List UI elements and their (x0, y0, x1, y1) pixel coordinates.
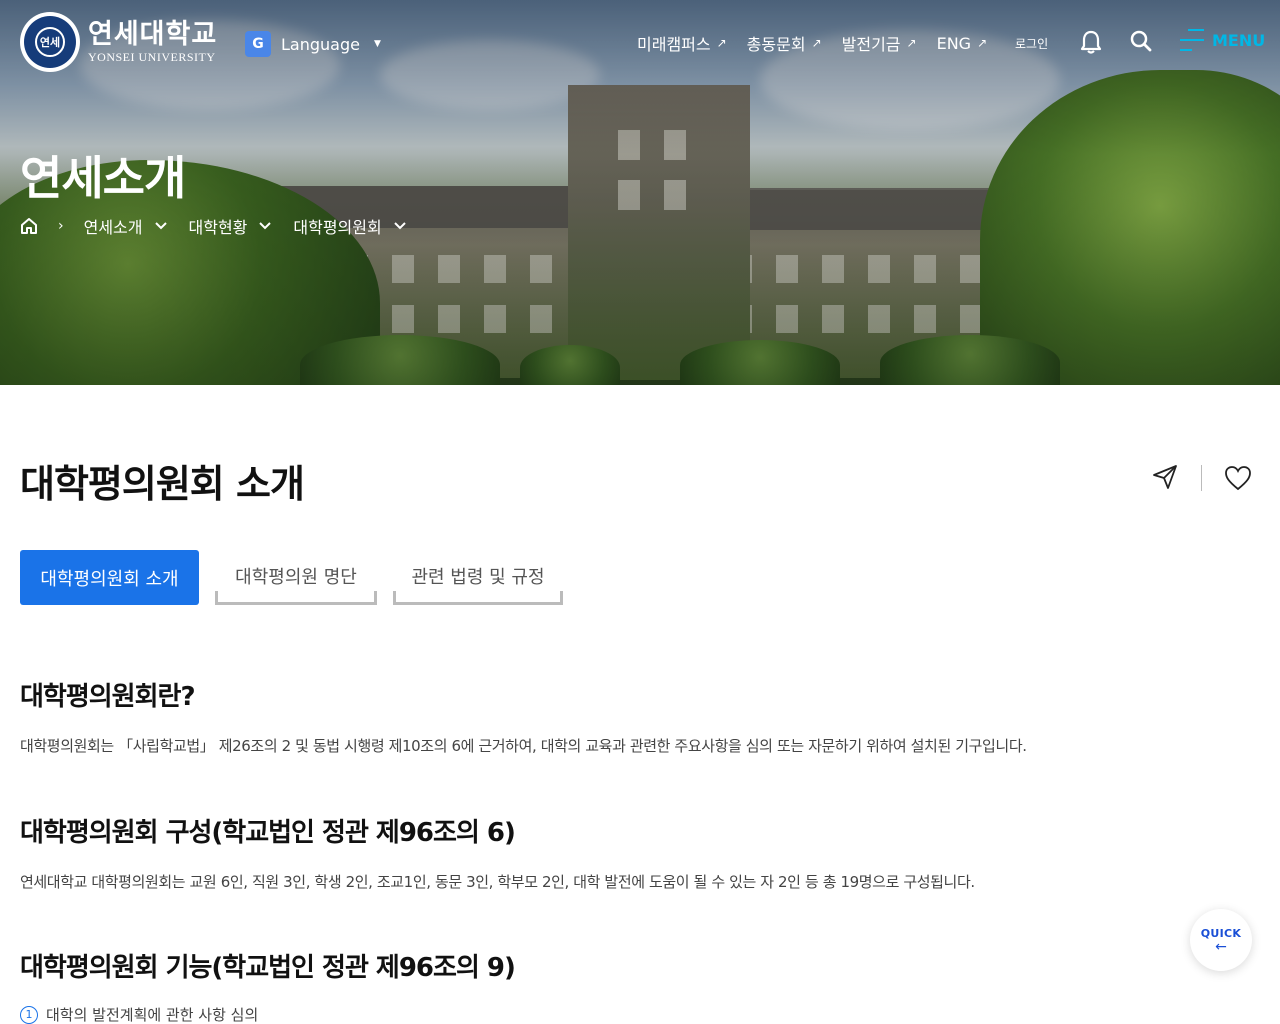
chevron-right-icon: › (58, 218, 64, 234)
logo-title-ko: 연세대학교 (88, 19, 218, 50)
external-link-icon: ↗ (977, 36, 988, 50)
section-body: 대학평의원회는 「사립학교법」 제26조의 2 및 동법 시행령 제10조의 6… (20, 737, 1027, 755)
top-navigation: 미래캠퍼스 ↗ 총동문회 ↗ 발전기금 ↗ ENG ↗ (637, 31, 1007, 55)
logo-title-en: YONSEI UNIVERSITY (88, 50, 216, 64)
external-link-icon: ↗ (716, 36, 727, 50)
quick-label: QUICK (1200, 926, 1242, 940)
section-heading: 대학평의원회 기능(학교법인 정관 제96조의 9) (20, 953, 516, 983)
section-body: 연세대학교 대학평의원회는 교원 6인, 직원 3인, 학생 2인, 조교1인,… (20, 873, 975, 891)
nav-link-label: 미래캠퍼스 (637, 35, 711, 54)
breadcrumb-label: 대학현황 (188, 218, 248, 237)
seal-text: 연세 (35, 27, 65, 57)
breadcrumb-item-council[interactable]: 대학평의원회 (293, 214, 406, 238)
menu-button[interactable]: MENU (1180, 29, 1265, 51)
chevron-down-icon (394, 222, 406, 230)
page-title: 대학평의원회 소개 (20, 462, 305, 506)
tab-council-intro[interactable]: 대학평의원회 소개 (20, 550, 199, 605)
tab-laws-regulations[interactable]: 관련 법령 및 규정 (393, 550, 563, 605)
nav-link-label: 발전기금 (841, 35, 901, 54)
section-heading: 대학평의원회 구성(학교법인 정관 제96조의 6) (20, 818, 516, 848)
external-link-icon: ↗ (906, 36, 917, 50)
tab-council-members[interactable]: 대학평의원 명단 (215, 550, 377, 605)
menu-label: MENU (1212, 30, 1266, 50)
home-icon[interactable] (20, 217, 38, 235)
search-icon[interactable] (1130, 30, 1152, 52)
google-translate-icon: G (245, 31, 271, 57)
list-item-text: 대학의 발전계획에 관한 사항 심의 (46, 1006, 259, 1024)
breadcrumb-item-about[interactable]: 연세소개 (84, 214, 167, 238)
section-what-is-council: 대학평의원회란? 대학평의원회는 「사립학교법」 제26조의 2 및 동법 시행… (20, 676, 1027, 756)
section-council-functions: 대학평의원회 기능(학교법인 정관 제96조의 9) 1 대학의 발전계획에 관… (20, 947, 516, 1024)
nav-link-label: ENG (936, 33, 972, 53)
hamburger-icon (1180, 29, 1204, 51)
list-item: 1 대학의 발전계획에 관한 사항 심의 (20, 1004, 515, 1024)
breadcrumb: › 연세소개 대학현황 대학평의원회 (20, 214, 428, 238)
bell-icon[interactable] (1080, 30, 1102, 54)
caret-down-icon: ▼ (373, 39, 381, 49)
breadcrumb-label: 연세소개 (83, 218, 143, 237)
university-logo[interactable]: 연세 연세대학교 YONSEI UNIVERSITY (20, 12, 217, 72)
arrow-left-icon: ← (1215, 938, 1227, 955)
heart-icon[interactable] (1224, 465, 1252, 491)
chevron-down-icon (259, 222, 272, 230)
nav-link-label: 총동문회 (746, 35, 806, 54)
nav-link-alumni[interactable]: 총동문회 ↗ (747, 31, 822, 55)
university-seal-icon: 연세 (20, 12, 80, 72)
language-label: Language (281, 34, 360, 54)
nav-link-future-campus[interactable]: 미래캠퍼스 ↗ (637, 31, 727, 55)
external-link-icon: ↗ (811, 36, 822, 50)
nav-link-development-fund[interactable]: 발전기금 ↗ (842, 31, 917, 55)
quick-menu-button[interactable]: QUICK ← (1190, 909, 1252, 971)
hero-title: 연세소개 (20, 151, 186, 205)
tab-bar: 대학평의원회 소개 대학평의원 명단 관련 법령 및 규정 (20, 550, 563, 605)
language-selector[interactable]: G Language ▼ (245, 31, 381, 57)
divider (1201, 465, 1202, 491)
login-link[interactable]: 로그인 (1015, 35, 1048, 52)
nav-link-english[interactable]: ENG ↗ (937, 34, 988, 53)
breadcrumb-label: 대학평의원회 (293, 218, 382, 237)
share-icon[interactable] (1152, 464, 1178, 490)
breadcrumb-item-status[interactable]: 대학현황 (189, 214, 272, 238)
chevron-down-icon (154, 222, 167, 230)
number-circle-icon: 1 (20, 1005, 38, 1024)
section-heading: 대학평의원회란? (20, 682, 196, 712)
section-council-composition: 대학평의원회 구성(학교법인 정관 제96조의 6) 연세대학교 대학평의원회는… (20, 812, 975, 892)
